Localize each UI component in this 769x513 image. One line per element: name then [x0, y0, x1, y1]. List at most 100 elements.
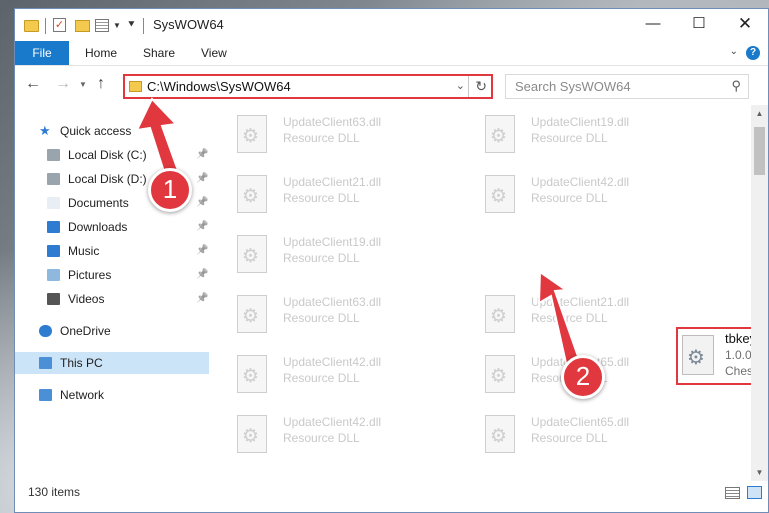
window-title: SysWOW64 [153, 17, 224, 32]
file-description: Resource DLL [283, 131, 360, 145]
dll-file-icon [485, 115, 515, 153]
step-2-badge: 2 [561, 355, 605, 399]
dll-file-icon [237, 295, 267, 333]
chevron-down-icon[interactable]: ▼ [113, 21, 121, 37]
navigation-pane: ★ Quick access Local Disk (C:) 📌 Local Disk … [15, 105, 209, 481]
file-item[interactable]: UpdateClient63.dll Resource DLL [209, 109, 439, 161]
drive-icon [47, 149, 60, 161]
computer-icon [39, 357, 52, 369]
address-bar[interactable]: C:\Windows\SysWOW64 ⌄ ↻ [123, 74, 493, 99]
drive-icon [47, 173, 60, 185]
toolbar-divider [143, 18, 144, 34]
pin-icon[interactable]: 📌 [196, 216, 208, 238]
file-item[interactable]: UpdateClient42.dll Resource DLL [457, 169, 687, 221]
status-bar: 130 items [15, 481, 768, 512]
file-description: Resource DLL [283, 431, 360, 445]
dll-file-icon [485, 295, 515, 333]
vertical-scrollbar[interactable]: ▲ ▼ [751, 105, 768, 481]
file-name: UpdateClient63.dll [283, 295, 382, 309]
file-item[interactable]: UpdateClient65.dll Resource DLL [457, 409, 687, 461]
documents-icon [47, 197, 60, 209]
sidebar-item-quick-access[interactable]: ★ Quick access [15, 120, 209, 142]
file-item[interactable]: UpdateClient19.dll Resource DLL [209, 229, 439, 281]
pictures-icon [47, 269, 60, 281]
file-description: Resource DLL [531, 131, 608, 145]
sidebar-item-label: OneDrive [60, 324, 111, 338]
search-box[interactable]: Search SysWOW64 ⚲ [505, 74, 749, 99]
toolbar-divider [45, 18, 46, 34]
title-bar: ✓ ▼ ⯆ SysWOW64 — ☐ ✕ [15, 9, 768, 41]
scroll-thumb[interactable] [754, 127, 765, 175]
properties-check-icon[interactable]: ✓ [53, 18, 66, 32]
recent-locations-icon[interactable]: ▼ [79, 80, 87, 89]
refresh-icon[interactable]: ↻ [475, 78, 487, 95]
sidebar-item-label: This PC [60, 356, 103, 370]
file-description: Resource DLL [283, 191, 360, 205]
file-list: UpdateClient65.dllResource DLLUpdateClie… [209, 105, 768, 481]
dll-file-icon [237, 175, 267, 213]
sidebar-item-pictures[interactable]: Pictures 📌 [15, 264, 209, 286]
sidebar-item-label: Music [68, 244, 100, 258]
tab-view[interactable]: View [201, 41, 227, 65]
search-input[interactable]: Search SysWOW64 [515, 79, 631, 94]
tiles-view-icon[interactable] [747, 486, 762, 499]
item-count: 130 items [28, 485, 81, 499]
up-arrow-icon[interactable]: ↑ [97, 75, 105, 93]
pin-icon[interactable]: 📌 [196, 288, 208, 310]
back-arrow-icon[interactable]: ← [25, 75, 41, 93]
chevron-down-icon[interactable]: ⌄ [456, 79, 465, 92]
sidebar-item-music[interactable]: Music 📌 [15, 240, 209, 262]
file-item[interactable]: UpdateClient42.dll Resource DLL [209, 409, 439, 461]
close-button[interactable]: ✕ [722, 9, 768, 41]
file-item[interactable]: UpdateClient63.dll Resource DLL [209, 289, 439, 341]
pin-icon[interactable]: 📌 [196, 144, 208, 166]
address-path[interactable]: C:\Windows\SysWOW64 [147, 79, 291, 94]
details-view-icon[interactable] [725, 487, 740, 499]
tab-file[interactable]: File [15, 41, 69, 65]
search-icon[interactable]: ⚲ [731, 78, 741, 94]
sidebar-item-onedrive[interactable]: OneDrive [15, 320, 209, 342]
scroll-down-icon[interactable]: ▼ [751, 464, 768, 481]
help-icon[interactable]: ? [746, 46, 760, 60]
dll-file-icon [485, 175, 515, 213]
dll-file-icon [237, 415, 267, 453]
tab-home[interactable]: Home [85, 41, 117, 65]
new-folder-icon[interactable] [75, 20, 90, 32]
file-item[interactable]: UpdateClient21.dll Resource DLL [457, 289, 687, 341]
file-name: UpdateClient21.dll [283, 175, 382, 189]
sidebar-item-local-disk-c[interactable]: Local Disk (C:) 📌 [15, 144, 209, 166]
sidebar-item-label: Downloads [68, 220, 128, 234]
dll-file-icon [485, 415, 515, 453]
properties-icon[interactable] [95, 19, 109, 32]
customize-toolbar-icon[interactable]: ⯆ [127, 19, 136, 35]
file-name: UpdateClient65.dll [531, 415, 630, 429]
file-item[interactable]: UpdateClient19.dll Resource DLL [457, 109, 687, 161]
pin-icon[interactable]: 📌 [196, 264, 208, 286]
sidebar-item-downloads[interactable]: Downloads 📌 [15, 216, 209, 238]
navigation-bar: ← → ▼ ↑ C:\Windows\SysWOW64 ⌄ ↻ Search S… [15, 66, 768, 104]
file-name: UpdateClient42.dll [283, 355, 382, 369]
pin-icon[interactable]: 📌 [196, 192, 208, 214]
file-item[interactable]: UpdateClient42.dll Resource DLL [209, 349, 439, 401]
forward-arrow-icon[interactable]: → [55, 75, 71, 93]
file-item[interactable]: UpdateClient21.dll Resource DLL [209, 169, 439, 221]
folder-icon [24, 20, 39, 32]
file-description: Resource DLL [283, 311, 360, 325]
pin-icon[interactable]: 📌 [196, 168, 208, 190]
step-1-badge: 1 [148, 168, 192, 212]
tab-share[interactable]: Share [143, 41, 175, 65]
sidebar-item-videos[interactable]: Videos 📌 [15, 288, 209, 310]
scroll-up-icon[interactable]: ▲ [751, 105, 768, 122]
sidebar-item-label: Videos [68, 292, 105, 306]
cloud-icon [39, 325, 52, 337]
sidebar-item-network[interactable]: Network [15, 384, 209, 406]
videos-icon [47, 293, 60, 305]
file-explorer-window: ✓ ▼ ⯆ SysWOW64 — ☐ ✕ File Home Share Vie… [14, 8, 769, 513]
file-description: Resource DLL [283, 251, 360, 265]
maximize-button[interactable]: ☐ [676, 9, 722, 41]
sidebar-item-label: Documents [68, 196, 129, 210]
sidebar-item-this-pc[interactable]: This PC [15, 352, 209, 374]
minimize-button[interactable]: — [630, 9, 676, 41]
expand-ribbon-icon[interactable]: ⌄ [730, 46, 738, 57]
pin-icon[interactable]: 📌 [196, 240, 208, 262]
